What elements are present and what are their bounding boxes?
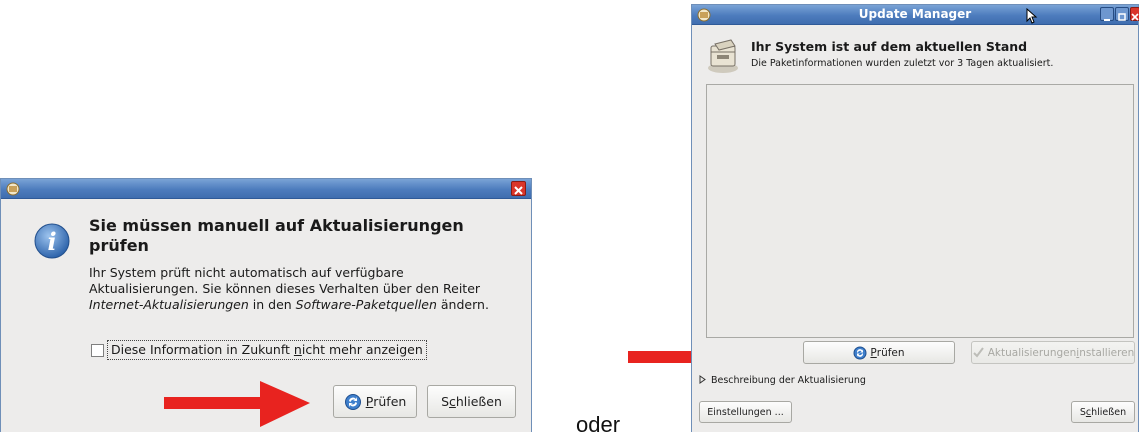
info-icon: i	[34, 223, 70, 259]
body-text: ändern.	[436, 297, 489, 312]
heading-line: prüfen	[89, 236, 149, 255]
body-line: Internet-Aktualisierungen in den Softwar…	[89, 297, 529, 313]
refresh-icon	[853, 346, 867, 360]
refresh-icon	[344, 393, 362, 411]
settings-button[interactable]: Einstellungen ...	[699, 401, 792, 423]
dialog-titlebar	[1, 179, 531, 199]
button-label: nstallieren	[1079, 346, 1135, 359]
button-label: rüfen	[876, 346, 905, 359]
expander-triangle-icon	[699, 375, 707, 384]
maximize-icon[interactable]	[1115, 7, 1129, 21]
status-subtitle: Die Paketinformationen wurden zuletzt vo…	[751, 58, 1054, 69]
button-label: rüfen	[373, 394, 407, 409]
mouse-cursor-icon	[1026, 7, 1038, 24]
close-button[interactable]: Sc hließen	[1071, 401, 1135, 423]
body-text: in den	[248, 297, 296, 312]
button-label: hließen	[455, 394, 502, 409]
body-line: Aktualisierungen. Sie können dieses Verh…	[89, 281, 481, 296]
mnemonic: n	[293, 342, 302, 357]
dialog-body: Ihr System prüft nicht automatisch auf v…	[89, 265, 529, 313]
button-label: hließen	[1091, 406, 1127, 418]
svg-text:i: i	[47, 227, 56, 256]
mnemonic: P	[365, 394, 374, 409]
mnemonic: c	[449, 394, 456, 409]
minimize-icon[interactable]	[1100, 7, 1114, 21]
status-title: Ihr System ist auf dem aktuellen Stand	[751, 39, 1028, 54]
label-text: Diese Information in Zukunft	[111, 342, 294, 357]
install-updates-button[interactable]: Aktualisierungen i nstallieren	[971, 341, 1135, 364]
checkmark-icon	[972, 346, 985, 359]
check-button[interactable]: Prüfen	[803, 341, 955, 364]
connector-text: oder	[576, 412, 621, 437]
dont-show-again-checkbox-row[interactable]: Diese Information in Zukunft nicht mehr …	[91, 340, 451, 360]
expander-label: Beschreibung der Aktualisierung	[711, 375, 866, 386]
close-icon[interactable]	[511, 181, 526, 196]
update-manager-window: Update Manager Ihr System ist auf dem ak…	[691, 4, 1139, 432]
button-label: Aktualisierungen	[987, 346, 1077, 359]
app-icon	[6, 181, 20, 196]
close-button[interactable]: Sc hließen	[427, 385, 516, 418]
window-title: Update Manager	[858, 7, 972, 21]
heading-line: Sie müssen manuell auf Aktualisierungen	[89, 216, 464, 235]
check-button[interactable]: Prüfen	[333, 385, 417, 418]
label-text: icht mehr anzeigen	[301, 342, 423, 357]
button-label: Einstellungen ...	[707, 406, 784, 418]
updates-list[interactable]	[706, 84, 1134, 338]
checkbox-label[interactable]: Diese Information in Zukunft nicht mehr …	[107, 340, 427, 360]
red-arrow	[164, 381, 310, 427]
close-icon[interactable]	[1130, 7, 1139, 21]
dialog-heading: Sie müssen manuell auf Aktualisierungen …	[89, 216, 519, 256]
body-em: Software-Paketquellen	[295, 297, 437, 312]
body-em: Internet-Aktualisierungen	[89, 297, 249, 312]
package-icon	[706, 38, 740, 74]
checkbox[interactable]	[91, 344, 104, 357]
window-titlebar: Update Manager	[692, 5, 1139, 25]
button-label: S	[441, 394, 449, 409]
body-line: Ihr System prüft nicht automatisch auf v…	[89, 265, 404, 280]
description-expander[interactable]: Beschreibung der Aktualisierung	[699, 374, 866, 388]
